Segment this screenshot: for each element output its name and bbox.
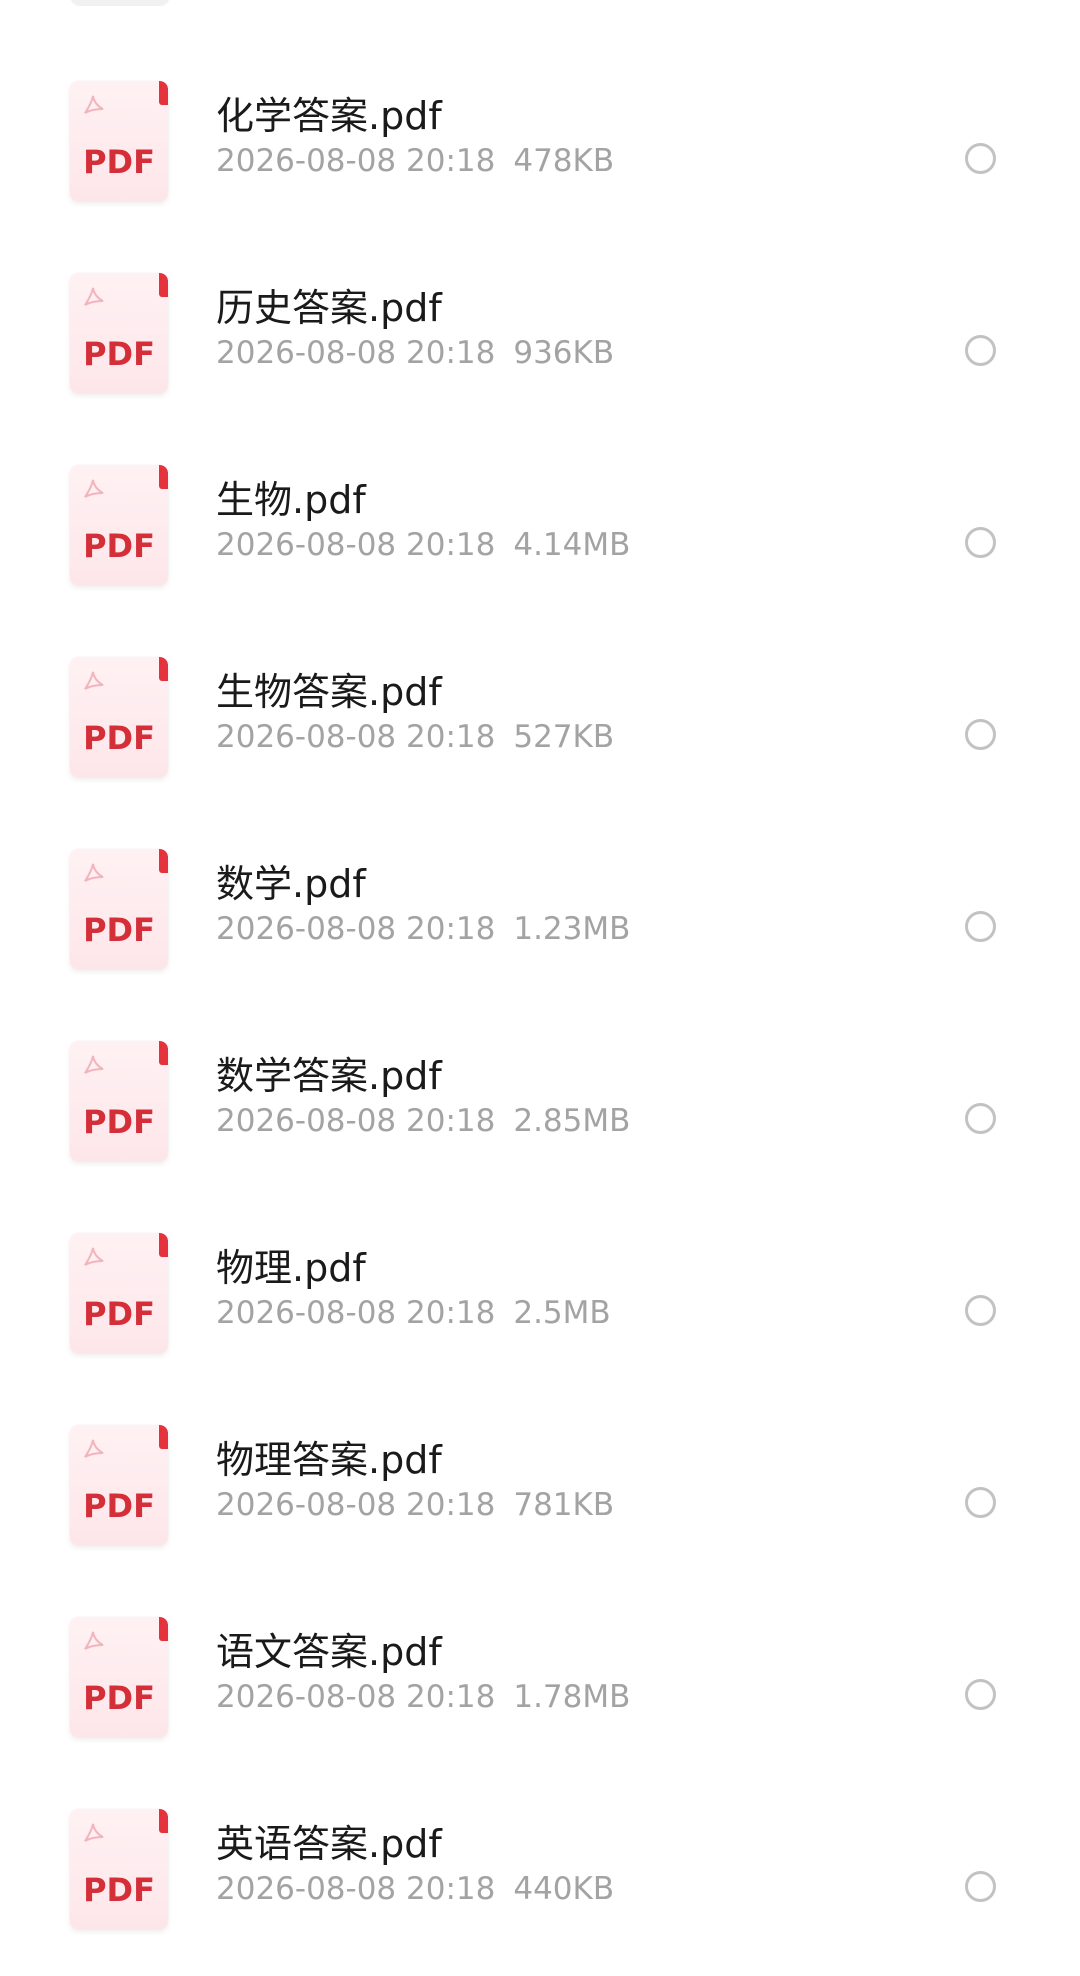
file-meta: 2026-08-08 20:18 478KB <box>216 143 614 179</box>
file-row[interactable]: PDF 生物答案.pdf 2026-08-08 20:18 527KB <box>0 616 1080 808</box>
pdf-file-icon: PDF <box>70 273 168 393</box>
pdf-file-icon: PDF <box>70 657 168 777</box>
file-name: 物理答案.pdf <box>216 1438 442 1482</box>
file-date: 2026-08-08 20:18 <box>216 1487 496 1523</box>
file-size: 936KB <box>513 335 615 371</box>
file-date: 2026-08-08 20:18 <box>216 719 496 755</box>
file-date: 2026-08-08 20:18 <box>216 1103 496 1139</box>
file-name: 化学答案.pdf <box>216 94 442 138</box>
pdf-label: PDF <box>83 1487 155 1525</box>
acrobat-logo-icon <box>84 287 104 306</box>
pdf-label: PDF <box>83 911 155 949</box>
select-radio[interactable] <box>965 335 996 366</box>
select-radio[interactable] <box>965 143 996 174</box>
pdf-label: PDF <box>83 1103 155 1141</box>
pdf-file-icon: PDF <box>70 1617 168 1737</box>
file-size: 1.23MB <box>513 911 631 947</box>
file-name: 物理.pdf <box>216 1246 366 1290</box>
select-radio[interactable] <box>965 911 996 942</box>
file-row[interactable]: PDF 生物.pdf 2026-08-08 20:18 4.14MB <box>0 424 1080 616</box>
file-row[interactable]: PDF 物理答案.pdf 2026-08-08 20:18 781KB <box>0 1384 1080 1576</box>
pdf-label: PDF <box>83 1679 155 1717</box>
select-radio[interactable] <box>965 1295 996 1326</box>
pdf-label: PDF <box>83 1871 155 1909</box>
acrobat-logo-icon <box>84 1055 104 1074</box>
acrobat-logo-icon <box>84 1631 104 1650</box>
pdf-label: PDF <box>83 143 155 181</box>
pdf-file-icon: PDF <box>70 465 168 585</box>
file-list: PDF 化学答案.pdf 2026-08-08 20:18 478KB PDF 历… <box>0 0 1080 1976</box>
file-name: 数学答案.pdf <box>216 1054 442 1098</box>
file-date: 2026-08-08 20:18 <box>216 527 496 563</box>
file-size: 2.5MB <box>513 1295 611 1331</box>
select-radio[interactable] <box>965 527 996 558</box>
file-name: 语文答案.pdf <box>216 1630 442 1674</box>
pdf-file-icon: PDF <box>70 81 168 201</box>
file-name: 生物答案.pdf <box>216 670 442 714</box>
file-row[interactable]: PDF 历史答案.pdf 2026-08-08 20:18 936KB <box>0 232 1080 424</box>
pdf-file-icon: PDF <box>70 1233 168 1353</box>
file-meta: 2026-08-08 20:18 936KB <box>216 335 614 371</box>
acrobat-logo-icon <box>84 1247 104 1266</box>
pdf-label: PDF <box>83 719 155 757</box>
file-size: 4.14MB <box>513 527 631 563</box>
file-size: 440KB <box>513 1871 615 1907</box>
acrobat-logo-icon <box>84 863 104 882</box>
file-name: 英语答案.pdf <box>216 1822 442 1866</box>
file-meta: 2026-08-08 20:18 2.85MB <box>216 1103 630 1139</box>
pdf-file-icon: PDF <box>70 1425 168 1545</box>
file-size: 2.85MB <box>513 1103 631 1139</box>
select-radio[interactable] <box>965 1871 996 1902</box>
file-name: 生物.pdf <box>216 478 366 522</box>
file-row[interactable]: PDF 物理.pdf 2026-08-08 20:18 2.5MB <box>0 1192 1080 1384</box>
acrobat-logo-icon <box>84 671 104 690</box>
file-meta: 2026-08-08 20:18 1.78MB <box>216 1679 630 1715</box>
file-name: 历史答案.pdf <box>216 286 442 330</box>
file-meta: 2026-08-08 20:18 440KB <box>216 1871 614 1907</box>
file-date: 2026-08-08 20:18 <box>216 1679 496 1715</box>
file-size: 1.78MB <box>513 1679 631 1715</box>
file-date: 2026-08-08 20:18 <box>216 143 496 179</box>
file-meta: 2026-08-08 20:18 4.14MB <box>216 527 630 563</box>
acrobat-logo-icon <box>84 1439 104 1458</box>
file-meta: 2026-08-08 20:18 527KB <box>216 719 614 755</box>
select-radio[interactable] <box>965 1679 996 1710</box>
file-size: 527KB <box>513 719 615 755</box>
select-radio[interactable] <box>965 1103 996 1134</box>
file-row[interactable]: PDF 语文答案.pdf 2026-08-08 20:18 1.78MB <box>0 1576 1080 1768</box>
file-date: 2026-08-08 20:18 <box>216 1295 496 1331</box>
file-row[interactable]: PDF 数学答案.pdf 2026-08-08 20:18 2.85MB <box>0 1000 1080 1192</box>
select-radio[interactable] <box>965 719 996 750</box>
file-meta: 2026-08-08 20:18 1.23MB <box>216 911 630 947</box>
file-meta: 2026-08-08 20:18 781KB <box>216 1487 614 1523</box>
pdf-file-icon: PDF <box>70 1041 168 1161</box>
file-date: 2026-08-08 20:18 <box>216 911 496 947</box>
pdf-label: PDF <box>83 335 155 373</box>
pdf-file-icon: PDF <box>70 849 168 969</box>
pdf-file-icon: PDF <box>70 1809 168 1929</box>
acrobat-logo-icon <box>84 1823 104 1842</box>
pdf-label: PDF <box>83 527 155 565</box>
file-name: 数学.pdf <box>216 862 366 906</box>
file-date: 2026-08-08 20:18 <box>216 335 496 371</box>
acrobat-logo-icon <box>84 479 104 498</box>
file-row[interactable]: PDF 化学答案.pdf 2026-08-08 20:18 478KB <box>0 40 1080 232</box>
acrobat-logo-icon <box>84 95 104 114</box>
file-size: 781KB <box>513 1487 615 1523</box>
select-radio[interactable] <box>965 1487 996 1518</box>
file-row[interactable]: PDF 英语答案.pdf 2026-08-08 20:18 440KB <box>0 1768 1080 1960</box>
file-row[interactable]: PDF 数学.pdf 2026-08-08 20:18 1.23MB <box>0 808 1080 1000</box>
file-size: 478KB <box>513 143 615 179</box>
file-meta: 2026-08-08 20:18 2.5MB <box>216 1295 611 1331</box>
pdf-label: PDF <box>83 1295 155 1333</box>
file-date: 2026-08-08 20:18 <box>216 1871 496 1907</box>
